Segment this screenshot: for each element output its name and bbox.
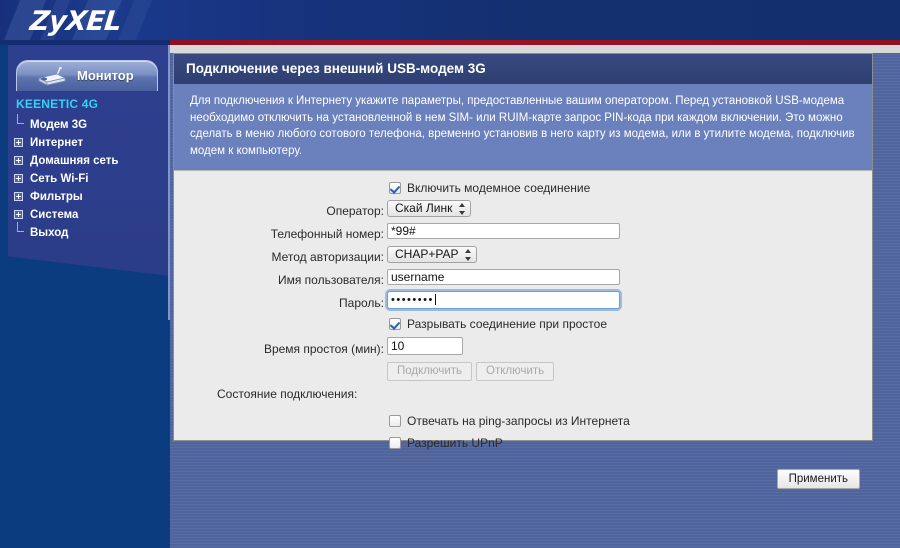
connection-state-label: Состояние подключения: [217, 387, 358, 401]
content-top-strip [170, 45, 900, 53]
settings-form: Включить модемное соединение Оператор: С… [174, 170, 872, 489]
sidebar-item-label: Фильтры [30, 191, 83, 203]
enable-modem-checkbox[interactable] [389, 182, 401, 194]
sidebar-item-label: Домашняя сеть [30, 155, 119, 167]
brand-header: ZyXEL [0, 0, 900, 40]
ping-reply-row[interactable]: Отвечать на ping-запросы из Интернета [389, 414, 630, 428]
username-value: username [391, 270, 445, 284]
device-model-title: KEENETIC 4G [16, 97, 99, 111]
sidebar-item-internet[interactable]: Интернет [14, 134, 164, 152]
expand-plus-icon[interactable] [14, 156, 23, 165]
sidebar-item-logout[interactable]: Выход [14, 222, 164, 242]
expand-plus-icon[interactable] [14, 192, 23, 201]
settings-panel: Подключение через внешний USB-модем 3G Д… [173, 53, 873, 489]
tree-branch-icon [17, 222, 24, 232]
expand-plus-icon[interactable] [14, 138, 23, 147]
disconnect-button[interactable]: Отключить [476, 362, 555, 381]
upnp-row[interactable]: Разрешить UPnP [389, 436, 503, 450]
sidebar-item-label: Интернет [30, 137, 84, 149]
sidebar-item-system[interactable]: Система [14, 206, 164, 224]
monitor-tab[interactable]: Монитор [16, 60, 158, 91]
phone-label: Телефонный номер: [270, 227, 384, 241]
ping-reply-label: Отвечать на ping-запросы из Интернета [407, 414, 630, 428]
disconnect-idle-checkbox[interactable] [389, 318, 401, 330]
page-title: Подключение через внешний USB-модем 3G [174, 54, 872, 84]
chevron-updown-icon [459, 203, 466, 215]
sidebar-item-home-network[interactable]: Домашняя сеть [14, 152, 164, 170]
sidebar-item-modem-3g[interactable]: Модем 3G [14, 114, 164, 134]
operator-label: Оператор: [326, 204, 384, 218]
tree-branch-icon [17, 114, 24, 124]
sidebar-item-wifi-network[interactable]: Сеть Wi-Fi [14, 170, 164, 188]
upnp-checkbox[interactable] [389, 437, 401, 449]
router-icon [35, 66, 69, 90]
info-description: Для подключения к Интернету укажите пара… [174, 84, 872, 170]
password-label: Пароль: [339, 296, 384, 310]
operator-select[interactable]: Скай Линк [387, 200, 472, 217]
enable-modem-row[interactable]: Включить модемное соединение [389, 181, 590, 195]
ping-reply-checkbox[interactable] [389, 415, 401, 427]
password-input[interactable]: •••••••• [387, 291, 620, 309]
chevron-updown-icon [465, 249, 472, 261]
auth-method-value: CHAP+PAP [395, 247, 459, 261]
sidebar-item-filters[interactable]: Фильтры [14, 188, 164, 206]
idle-time-label: Время простоя (мин): [263, 342, 384, 356]
router-admin-page: ZyXEL Монитор KEENETIC 4G Модем 3G Интер… [0, 0, 900, 548]
disconnect-idle-label: Разрывать соединение при простое [407, 317, 608, 331]
sidebar-item-label: Модем 3G [30, 119, 88, 131]
idle-time-value: 10 [391, 339, 405, 353]
zyxel-logo: ZyXEL [28, 6, 123, 37]
upnp-label: Разрешить UPnP [407, 436, 503, 450]
auth-method-label: Метод авторизации: [271, 250, 385, 264]
password-value: •••••••• [391, 294, 434, 306]
phone-input[interactable]: *99# [387, 223, 620, 239]
connect-button[interactable]: Подключить [387, 362, 473, 381]
sidebar-menu: KEENETIC 4G Модем 3G Интернет Домашняя с… [14, 97, 164, 242]
username-input[interactable]: username [387, 269, 620, 285]
expand-plus-icon[interactable] [14, 210, 23, 219]
operator-value: Скай Линк [395, 201, 453, 215]
apply-button[interactable]: Применить [776, 469, 860, 489]
sidebar-item-label: Система [30, 209, 79, 221]
enable-modem-label: Включить модемное соединение [407, 181, 591, 195]
monitor-tab-label: Монитор [77, 68, 134, 83]
sidebar-right-edge [168, 45, 170, 320]
sidebar: Монитор KEENETIC 4G Модем 3G Интернет До… [0, 45, 172, 548]
disconnect-idle-row[interactable]: Разрывать соединение при простое [389, 317, 607, 331]
expand-plus-icon[interactable] [14, 174, 23, 183]
text-cursor [434, 294, 436, 305]
auth-method-select[interactable]: CHAP+PAP [387, 246, 478, 263]
phone-value: *99# [391, 224, 416, 238]
sidebar-item-label: Выход [30, 227, 69, 239]
sidebar-item-label: Сеть Wi-Fi [30, 173, 89, 185]
username-label: Имя пользователя: [277, 273, 384, 287]
idle-time-input[interactable]: 10 [387, 337, 463, 355]
